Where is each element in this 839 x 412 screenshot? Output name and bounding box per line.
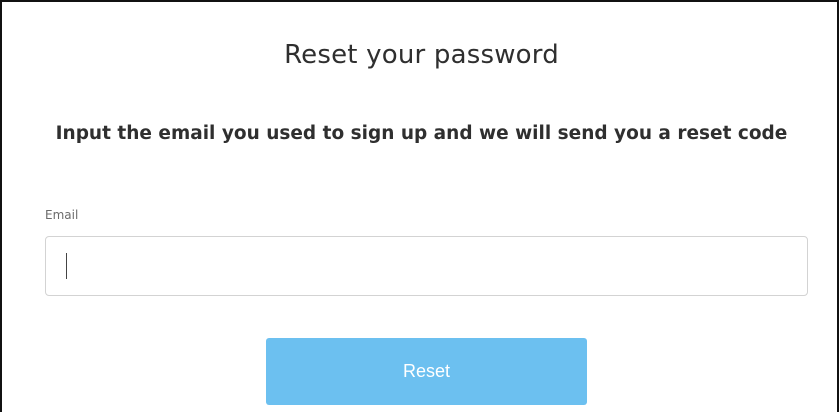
reset-password-panel: Reset your password Input the email you … xyxy=(0,0,839,412)
email-label: Email xyxy=(45,208,79,222)
instructions-text: Input the email you used to sign up and … xyxy=(55,123,788,144)
text-cursor xyxy=(66,253,67,279)
email-field[interactable] xyxy=(45,236,808,296)
page-title: Reset your password xyxy=(284,40,559,70)
reset-button[interactable]: Reset xyxy=(266,338,587,405)
